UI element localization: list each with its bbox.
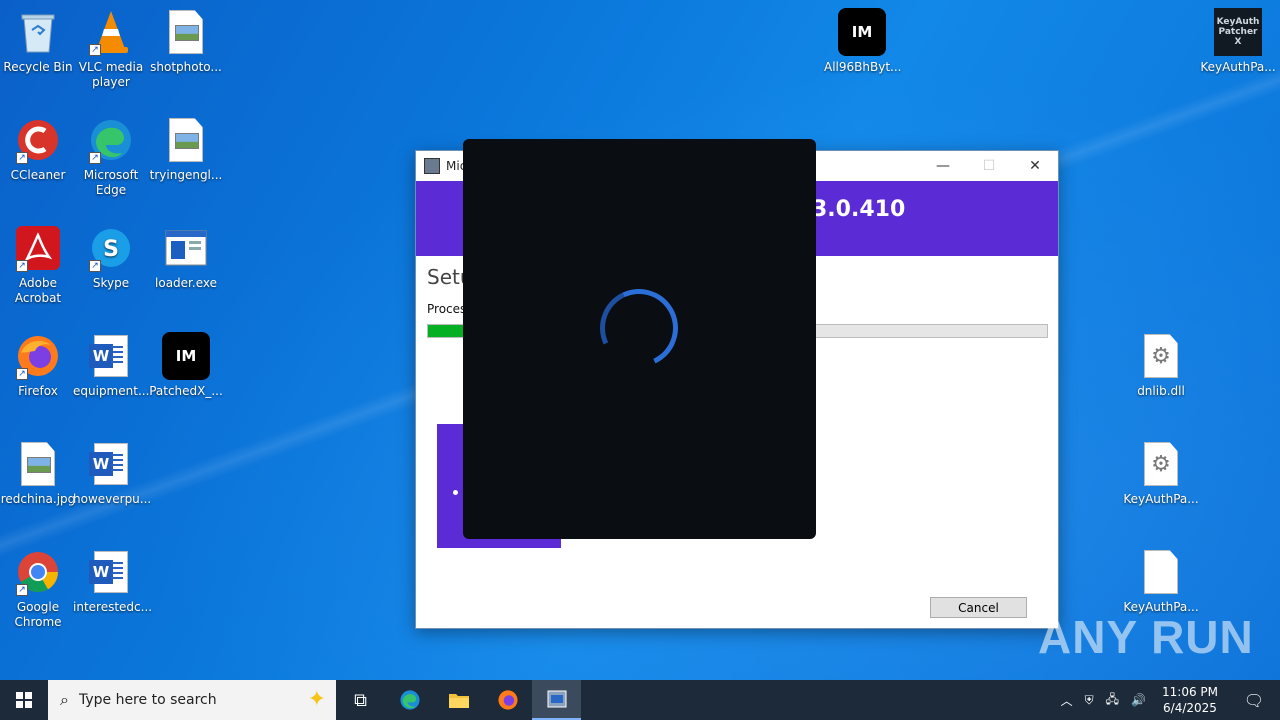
folder-icon [448,694,469,708]
task-view-button[interactable]: ⧉ [336,680,385,720]
ccleaner-icon: ↗ [14,116,62,164]
search-placeholder: Type here to search [78,692,217,708]
taskbar-edge-button[interactable] [385,680,434,720]
desktop-icon-interestedc-doc[interactable]: W interestedc... [73,548,152,615]
image-file-icon [162,8,210,56]
desktop-icon-keyauthpa-file[interactable]: KeyAuthPa... [1123,548,1199,615]
shortcut-arrow-icon: ↗ [89,260,101,272]
desktop-icon-adobe-acrobat[interactable]: ↗ Adobe Acrobat [0,224,76,306]
edge-icon [399,690,420,710]
adobe-acrobat-icon: ↗ [14,224,62,272]
loading-overlay-window [463,139,816,539]
start-button[interactable] [0,680,48,720]
desktop-icon-redchina-jpg[interactable]: redchina.jpg [0,440,76,507]
blank-file-icon [1137,548,1185,596]
anyrun-watermark: ANY RUN [1038,611,1254,663]
clock[interactable]: 11:06 PM 6/4/2025 [1162,684,1218,716]
desktop-icon-keyauthpa-dll[interactable]: ⚙ KeyAuthPa... [1123,440,1199,507]
desktop-icon-all96bhbyt[interactable]: IM All96BhByt... [824,8,901,75]
maximize-icon: ☐ [982,158,996,174]
word-document-icon: W [87,440,135,488]
desktop-icon-shotphoto[interactable]: shotphoto... [148,8,224,75]
search-icon: ⌕ [60,690,69,709]
network-icon[interactable]: 🖧 [1106,690,1119,711]
taskbar-file-explorer-button[interactable] [434,680,483,720]
progress-fill [428,325,466,337]
desktop-icon-microsoft-edge[interactable]: ↗ Microsoft Edge [73,116,149,198]
banner-version: 3.0.410 [812,197,906,222]
desktop-icon-tryingengl[interactable]: tryingengl... [148,116,224,183]
dll-file-icon: ⚙ [1137,440,1185,488]
vlc-cone-icon: ↗ [87,8,135,56]
close-icon[interactable]: ✕ [1012,151,1058,181]
desktop-icon-loader-exe[interactable]: loader.exe [148,224,224,291]
desktop-icon-skype[interactable]: S ↗ Skype [73,224,149,291]
taskbar-search-box[interactable]: ⌕ Type here to search ✦ [48,680,336,720]
word-document-icon: W [87,332,135,380]
window-controls: — ☐ ✕ [920,151,1058,181]
shortcut-arrow-icon: ↗ [89,152,101,164]
clock-date: 6/4/2025 [1163,701,1217,715]
desktop-icon-dnlib-dll[interactable]: ⚙ dnlib.dll [1123,332,1199,399]
volume-icon[interactable]: 🔊 [1131,693,1146,707]
svg-text:S: S [103,237,119,262]
chrome-icon: ↗ [14,548,62,596]
application-window-icon [162,224,210,272]
edge-icon: ↗ [87,116,135,164]
desktop-icon-keyauth-patcher-exe[interactable]: KeyAuth Patcher X KeyAuthPa... [1198,8,1278,75]
task-view-icon: ⧉ [354,689,367,711]
dll-file-icon: ⚙ [1137,332,1185,380]
black-app-icon: IM [162,332,210,380]
desktop-icon-equipment-doc[interactable]: W equipment... [73,332,149,399]
desktop-icon-firefox[interactable]: ↗ Firefox [0,332,76,399]
desktop-icon-recycle-bin[interactable]: Recycle Bin [0,8,76,75]
search-highlight-icon: ✦ [307,687,326,712]
shortcut-arrow-icon: ↗ [16,152,28,164]
installer-app-icon [424,158,440,174]
recycle-bin-icon [14,8,62,56]
taskbar: ⌕ Type here to search ✦ ⧉ ︿ ⛨ 🖧 🔊 11:06 … [0,680,1280,720]
show-hidden-icons-chevron-icon[interactable]: ︿ [1061,692,1073,709]
minimize-icon[interactable]: — [920,151,966,181]
shortcut-arrow-icon: ↗ [16,584,28,596]
security-icon[interactable]: ⛨ [1085,693,1094,708]
loading-spinner-icon [589,278,689,378]
installer-app-icon [547,690,566,708]
keyauth-patcher-icon: KeyAuth Patcher X [1214,8,1262,56]
image-file-icon [162,116,210,164]
clock-time: 11:06 PM [1162,685,1218,699]
firefox-icon [497,690,518,710]
taskbar-firefox-button[interactable] [483,680,532,720]
bullet-dot [453,490,458,495]
desktop-icon-vlc[interactable]: ↗ VLC media player [73,8,149,90]
windows-logo-icon [16,692,32,708]
shortcut-arrow-icon: ↗ [16,368,28,380]
firefox-icon: ↗ [14,332,62,380]
shortcut-arrow-icon: ↗ [16,260,28,272]
desktop-icon-howeverpu-doc[interactable]: W howeverpu... [73,440,151,507]
desktop-icon-google-chrome[interactable]: ↗ Google Chrome [0,548,76,630]
system-tray: ︿ ⛨ 🖧 🔊 11:06 PM 6/4/2025 🗨 [1055,680,1280,720]
word-document-icon: W [87,548,135,596]
notification-center-icon[interactable]: 🗨 [1234,680,1274,720]
skype-icon: S ↗ [87,224,135,272]
black-app-icon: IM [838,8,886,56]
shortcut-arrow-icon: ↗ [89,44,101,56]
desktop-icon-ccleaner[interactable]: ↗ CCleaner [0,116,76,183]
desktop-icon-patchedx[interactable]: IM PatchedX_... [148,332,224,399]
cancel-button[interactable]: Cancel [930,597,1027,618]
image-file-icon [14,440,62,488]
taskbar-installer-button[interactable] [532,680,581,720]
